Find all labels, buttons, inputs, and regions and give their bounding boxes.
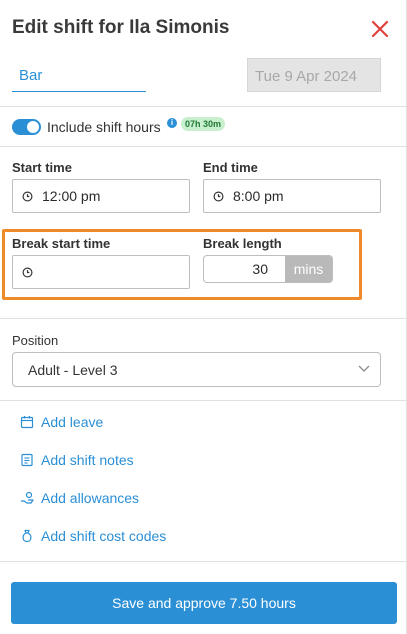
clock-icon <box>213 191 224 202</box>
add-shift-notes-label: Add shift notes <box>41 452 134 468</box>
save-approve-button[interactable]: Save and approve 7.50 hours <box>11 582 397 624</box>
cost-code-bag-icon <box>22 529 32 543</box>
end-time-input[interactable]: 8:00 pm <box>203 179 381 213</box>
date-input: Tue 9 Apr 2024 <box>247 58 381 92</box>
area-value: Bar <box>19 67 43 84</box>
start-time-value: 12:00 pm <box>42 188 101 204</box>
end-time-label: End time <box>203 160 258 175</box>
panel-header: Edit shift for Ila Simonis <box>0 0 407 58</box>
end-time-value: 8:00 pm <box>233 188 284 204</box>
divider <box>0 561 407 562</box>
info-icon[interactable]: i <box>167 118 177 128</box>
break-length-input[interactable]: 30 mins <box>203 255 333 283</box>
edit-shift-panel: Edit shift for Ila Simonis Bar Tue 9 Apr… <box>0 0 407 634</box>
break-start-input[interactable] <box>12 255 190 289</box>
divider <box>0 400 407 401</box>
break-start-label: Break start time <box>12 236 111 251</box>
calendar-leave-icon <box>20 416 34 429</box>
save-approve-label: Save and approve 7.50 hours <box>112 595 296 611</box>
page-title: Edit shift for Ila Simonis <box>12 17 230 38</box>
date-value: Tue 9 Apr 2024 <box>255 68 358 85</box>
break-length-unit: mins <box>285 256 332 282</box>
start-time-label: Start time <box>12 160 72 175</box>
include-hours-toggle[interactable] <box>12 119 41 135</box>
clock-icon <box>22 191 33 202</box>
add-shift-cost-codes-label: Add shift cost codes <box>41 528 167 544</box>
break-length-value: 30 <box>252 261 268 277</box>
area-input[interactable]: Bar <box>12 58 146 92</box>
divider <box>0 106 407 107</box>
break-length-label: Break length <box>203 236 282 251</box>
start-time-input[interactable]: 12:00 pm <box>12 179 190 213</box>
position-label: Position <box>12 333 59 348</box>
divider <box>0 318 407 319</box>
allowance-hand-icon <box>21 491 34 504</box>
clock-icon <box>22 267 33 278</box>
chevron-down-icon <box>358 365 370 372</box>
notes-icon <box>21 453 33 467</box>
position-select[interactable]: Adult - Level 3 <box>12 352 381 387</box>
close-icon[interactable] <box>369 18 391 40</box>
add-allowances-label: Add allowances <box>41 490 140 506</box>
position-value: Adult - Level 3 <box>28 362 118 378</box>
hours-badge: 07h 30m <box>181 117 226 131</box>
divider <box>0 146 407 147</box>
include-hours-label: Include shift hours <box>47 119 161 135</box>
add-leave-label: Add leave <box>41 414 104 430</box>
